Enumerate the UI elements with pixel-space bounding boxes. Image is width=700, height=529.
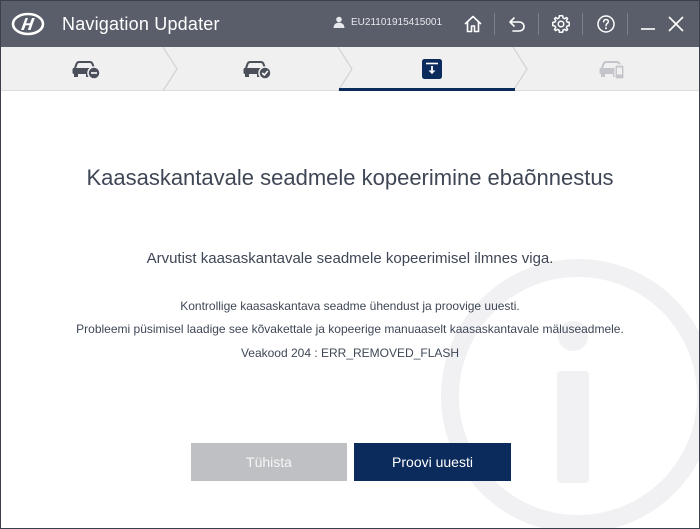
main-content: Kaasaskantavale seadmele kopeerimine eba…: [1, 91, 699, 528]
error-instruction-1: Kontrollige kaasaskantava seadme ühendus…: [180, 299, 520, 313]
info-watermark-icon: [441, 259, 699, 528]
help-button[interactable]: [592, 10, 620, 38]
download-box-icon: [422, 59, 442, 79]
error-subheading: Arvutist kaasaskantavale seadmele kopeer…: [146, 250, 554, 267]
step-4: [526, 47, 699, 91]
user-info: EU21101915415001: [333, 16, 442, 28]
cancel-button[interactable]: Tühista: [191, 443, 347, 481]
car-check-icon: [243, 61, 272, 80]
app-title: Navigation Updater: [62, 14, 220, 34]
title-bar: Navigation Updater EU21101915415001: [1, 1, 699, 47]
back-button[interactable]: [503, 10, 531, 38]
user-icon: [333, 16, 345, 28]
toolbar-divider: [627, 13, 628, 35]
settings-button[interactable]: [547, 10, 575, 38]
error-instruction-2: Probleemi püsimisel laadige see kõvakett…: [76, 322, 624, 336]
app-window: Navigation Updater EU21101915415001 Kaas…: [0, 0, 700, 529]
error-heading: Kaasaskantavale seadmele kopeerimine eba…: [86, 165, 614, 190]
step-3-active: [346, 47, 518, 91]
hyundai-logo-icon: [11, 12, 45, 36]
minimize-icon: [641, 28, 655, 30]
close-button[interactable]: [662, 10, 690, 38]
toolbar-divider: [582, 13, 583, 35]
step-1: [1, 47, 171, 91]
gear-icon: [552, 15, 570, 33]
home-icon: [464, 15, 482, 33]
home-button[interactable]: [459, 10, 487, 38]
user-id-label: EU21101915415001: [351, 16, 443, 28]
car-device-icon: [599, 61, 625, 80]
retry-button[interactable]: Proovi uuesti: [354, 443, 511, 481]
step-2: [171, 47, 343, 91]
toolbar-divider: [538, 13, 539, 35]
help-icon: [597, 15, 615, 33]
minimize-button[interactable]: [634, 10, 662, 38]
undo-icon: [509, 17, 525, 32]
car-minus-icon: [72, 61, 101, 80]
progress-steps-bar: [1, 47, 699, 91]
error-code: Veakood 204 : ERR_REMOVED_FLASH: [240, 346, 460, 360]
close-icon: [668, 16, 684, 32]
toolbar-divider: [494, 13, 495, 35]
